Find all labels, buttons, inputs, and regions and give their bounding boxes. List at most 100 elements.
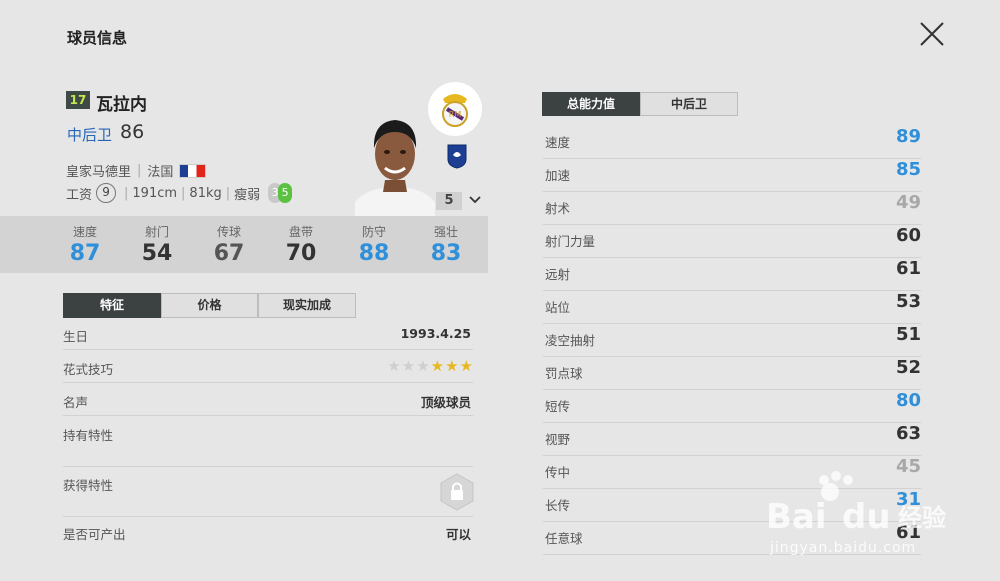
stat-label: 防守 <box>361 225 386 239</box>
attribute-value: 89 <box>895 126 921 147</box>
season-badge: 17 <box>66 91 90 109</box>
attribute-row: 站位 53 <box>543 291 921 324</box>
stat-defending: 防守 88 <box>344 223 404 266</box>
attribute-value: 52 <box>895 357 921 378</box>
attribute-value: 85 <box>895 159 921 180</box>
stat-value: 88 <box>358 241 390 266</box>
info-row-fame: 名声 顶级球员 <box>63 392 473 416</box>
attribute-value: 53 <box>895 291 921 312</box>
attribute-label: 长传 <box>545 498 571 513</box>
star-icon: ★ <box>430 357 445 375</box>
attribute-label: 加速 <box>545 168 571 183</box>
attribute-row: 加速 85 <box>543 159 921 192</box>
player-position: 中后卫 <box>67 126 113 144</box>
enhance-level[interactable]: 5 <box>436 192 462 210</box>
attribute-label: 远射 <box>545 267 571 282</box>
stat-label: 强壮 <box>433 225 458 239</box>
attribute-label: 罚点球 <box>545 366 583 381</box>
attribute-row: 视野 63 <box>543 423 921 456</box>
weight: 81kg <box>189 185 222 201</box>
info-label: 名声 <box>63 395 89 410</box>
producible-value: 可以 <box>445 527 471 542</box>
attribute-label: 传中 <box>545 465 571 480</box>
attribute-row: 射门力量 60 <box>543 225 921 258</box>
attribute-label: 站位 <box>545 300 571 315</box>
info-label: 生日 <box>63 329 89 344</box>
position-rating: 86 <box>120 121 145 143</box>
club-name: 皇家马德里 <box>66 165 132 180</box>
attribute-row: 传中 45 <box>543 456 921 489</box>
attribute-value: 51 <box>895 324 921 345</box>
star-icon: ★ <box>401 357 416 375</box>
attribute-label: 射门力量 <box>545 234 596 249</box>
star-icon: ★ <box>416 357 430 375</box>
info-row-acquired-traits: 获得特性 <box>63 475 473 517</box>
stat-label: 传球 <box>216 225 241 239</box>
chevron-down-icon[interactable] <box>468 194 482 206</box>
tab-overall-attributes[interactable]: 总能力值 <box>542 92 640 116</box>
stat-pace: 速度 87 <box>55 223 115 266</box>
attribute-value: 45 <box>895 456 921 477</box>
attribute-label: 凌空抽射 <box>545 333 596 348</box>
divider: | <box>137 163 142 178</box>
club-crest-icon: RM <box>428 82 482 136</box>
star-icon: ★ <box>445 357 459 375</box>
close-icon[interactable] <box>918 20 946 48</box>
info-label: 花式技巧 <box>63 362 114 377</box>
attribute-row: 短传 80 <box>543 390 921 423</box>
attribute-value: 80 <box>895 390 921 411</box>
info-row-skill-moves: 花式技巧 ★ ★ ★ ★ ★ ★ <box>63 357 473 383</box>
tab-position-cb[interactable]: 中后卫 <box>640 92 738 116</box>
player-photo <box>355 120 435 216</box>
attribute-row: 罚点球 52 <box>543 357 921 390</box>
attribute-value: 63 <box>895 423 921 444</box>
wage-label: 工资 <box>66 187 93 203</box>
right-tab-bar: 总能力值 中后卫 <box>542 92 738 116</box>
divider: | <box>181 185 186 201</box>
divider: | <box>225 185 231 201</box>
info-label: 是否可产出 <box>63 527 126 542</box>
attribute-row: 凌空抽射 51 <box>543 324 921 357</box>
stat-passing: 传球 67 <box>199 223 259 266</box>
tab-traits[interactable]: 特征 <box>63 293 161 318</box>
stat-shooting: 射门 54 <box>127 223 187 266</box>
player-name: 瓦拉内 <box>96 95 147 115</box>
attribute-label: 速度 <box>545 135 571 150</box>
france-flag-icon <box>179 163 207 178</box>
attribute-value: 61 <box>895 258 921 279</box>
stat-value: 83 <box>430 241 462 266</box>
stat-value: 87 <box>69 241 101 266</box>
attribute-label: 视野 <box>545 432 571 447</box>
stat-physical: 强壮 83 <box>416 223 476 266</box>
stat-value: 67 <box>213 241 245 266</box>
stat-label: 射门 <box>144 225 169 239</box>
skill-stars: ★ ★ ★ ★ ★ ★ <box>387 357 473 375</box>
stat-value: 70 <box>285 241 317 266</box>
info-label: 获得特性 <box>63 478 114 493</box>
info-row-traits: 持有特性 <box>63 425 473 467</box>
wage-value: 9 <box>96 183 117 203</box>
stat-value: 54 <box>141 241 173 266</box>
left-tab-bar: 特征 价格 现实加成 <box>63 293 356 318</box>
tab-price[interactable]: 价格 <box>161 293 258 318</box>
attribute-label: 短传 <box>545 399 571 414</box>
fame-value: 顶级球员 <box>420 395 471 410</box>
attribute-row: 远射 61 <box>543 258 921 291</box>
skill-moves-badge: 5 <box>278 183 293 203</box>
body-type: 瘦弱 <box>234 187 261 203</box>
svg-text:RM: RM <box>449 110 462 119</box>
attribute-value: 60 <box>895 225 921 246</box>
national-team-crest-icon <box>447 144 467 169</box>
info-row-birthday: 生日 1993.4.25 <box>63 326 473 350</box>
tab-real-bonus[interactable]: 现实加成 <box>258 293 356 318</box>
divider: | <box>124 185 129 201</box>
attribute-label: 任意球 <box>545 531 583 546</box>
attribute-row: 长传 31 <box>543 489 921 522</box>
nation-name: 法国 <box>147 165 174 180</box>
info-row-producible: 是否可产出 可以 <box>63 524 473 548</box>
star-icon: ★ <box>387 357 401 375</box>
club-nation-line: 皇家马德里 | 法国 <box>66 161 207 180</box>
attribute-value: 49 <box>895 192 921 213</box>
attribute-label: 射术 <box>545 201 571 216</box>
attribute-row: 速度 89 <box>543 126 921 159</box>
